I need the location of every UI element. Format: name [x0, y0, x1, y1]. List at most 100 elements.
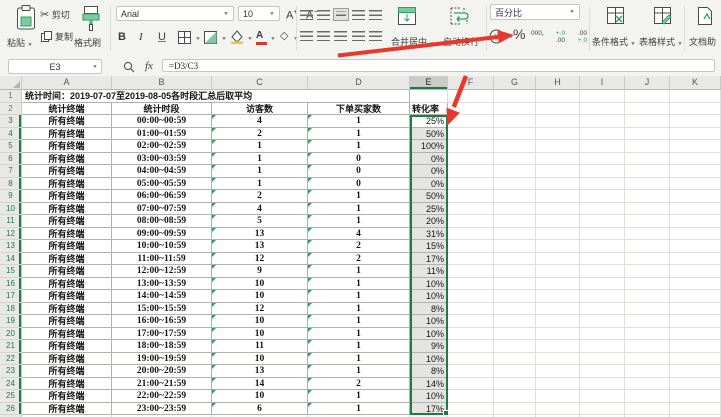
cell-K16[interactable] — [670, 278, 721, 291]
cell-I18[interactable] — [580, 303, 625, 316]
cell-A2[interactable]: 统计终端 — [22, 103, 112, 116]
row-header-13[interactable]: 13 — [0, 240, 22, 253]
cell-K23[interactable] — [670, 365, 721, 378]
cell-J10[interactable] — [625, 203, 670, 216]
cell-I4[interactable] — [580, 128, 625, 141]
cell-G16[interactable] — [494, 278, 536, 291]
cell-G9[interactable] — [494, 190, 536, 203]
cell-D6[interactable]: 0 — [308, 153, 410, 166]
cell-G8[interactable] — [494, 178, 536, 191]
cell-E13[interactable]: 15% — [410, 240, 448, 253]
cell-I8[interactable] — [580, 178, 625, 191]
cell-B17[interactable]: 14:00~14:59 — [112, 290, 212, 303]
cell-C4[interactable]: 2 — [212, 128, 308, 141]
cell-F18[interactable] — [448, 303, 494, 316]
shading-icon[interactable] — [204, 31, 217, 44]
cell-D21[interactable]: 1 — [308, 340, 410, 353]
cell-K12[interactable] — [670, 228, 721, 241]
cell-D8[interactable]: 0 — [308, 178, 410, 191]
cell-E24[interactable]: 14% — [410, 378, 448, 391]
cell-F1[interactable] — [448, 90, 494, 103]
row-header-10[interactable]: 10 — [0, 203, 22, 216]
cell-C18[interactable]: 12 — [212, 303, 308, 316]
cell-K14[interactable] — [670, 253, 721, 266]
cell-I22[interactable] — [580, 353, 625, 366]
cell-D12[interactable]: 4 — [308, 228, 410, 241]
column-header-B[interactable]: B — [112, 76, 212, 90]
column-header-D[interactable]: D — [308, 76, 410, 90]
column-header-F[interactable]: F — [448, 76, 494, 90]
cell-K1[interactable] — [670, 90, 721, 103]
cell-H7[interactable] — [536, 165, 580, 178]
cell-J24[interactable] — [625, 378, 670, 391]
paste-button[interactable]: 粘贴▼ — [7, 38, 33, 50]
cell-D3[interactable]: 1 — [308, 115, 410, 128]
cell-G18[interactable] — [494, 303, 536, 316]
font-color-button[interactable]: A — [256, 30, 267, 45]
cell-H26[interactable] — [536, 403, 580, 416]
format-painter-button[interactable]: 格式刷 — [74, 38, 101, 48]
cell-C10[interactable]: 4 — [212, 203, 308, 216]
cell-I7[interactable] — [580, 165, 625, 178]
cell-J22[interactable] — [625, 353, 670, 366]
cell-F20[interactable] — [448, 328, 494, 341]
cell-B9[interactable]: 06:00~06:59 — [112, 190, 212, 203]
cell-G11[interactable] — [494, 215, 536, 228]
cell-B16[interactable]: 13:00~13:59 — [112, 278, 212, 291]
cell-B22[interactable]: 19:00~19:59 — [112, 353, 212, 366]
cell-G13[interactable] — [494, 240, 536, 253]
cell-K11[interactable] — [670, 215, 721, 228]
cell-H6[interactable] — [536, 153, 580, 166]
cell-A10[interactable]: 所有终端 — [22, 203, 112, 216]
cell-B25[interactable]: 22:00~22:59 — [112, 390, 212, 403]
cell-C23[interactable]: 13 — [212, 365, 308, 378]
align-middle-button[interactable] — [317, 9, 331, 20]
name-box[interactable]: E3 ▼ — [8, 59, 102, 74]
cell-E9[interactable]: 50% — [410, 190, 448, 203]
fill-color-icon[interactable] — [230, 30, 244, 44]
cell-G3[interactable] — [494, 115, 536, 128]
cell-C11[interactable]: 5 — [212, 215, 308, 228]
cell-H3[interactable] — [536, 115, 580, 128]
cell-A15[interactable]: 所有终端 — [22, 265, 112, 278]
cell-C25[interactable]: 10 — [212, 390, 308, 403]
cell-K3[interactable] — [670, 115, 721, 128]
align-bottom-button[interactable] — [334, 9, 348, 20]
cell-E18[interactable]: 8% — [410, 303, 448, 316]
cell-G22[interactable] — [494, 353, 536, 366]
doc-assistant-icon[interactable] — [696, 6, 713, 26]
cell-J16[interactable] — [625, 278, 670, 291]
column-header-G[interactable]: G — [494, 76, 536, 90]
cell-K4[interactable] — [670, 128, 721, 141]
cell-A21[interactable]: 所有终端 — [22, 340, 112, 353]
cell-B23[interactable]: 20:00~20:59 — [112, 365, 212, 378]
table-style-icon[interactable] — [653, 6, 672, 25]
cell-I16[interactable] — [580, 278, 625, 291]
cell-G21[interactable] — [494, 340, 536, 353]
align-left-button[interactable] — [300, 30, 314, 41]
cell-E11[interactable]: 20% — [410, 215, 448, 228]
cell-H5[interactable] — [536, 140, 580, 153]
cell-I25[interactable] — [580, 390, 625, 403]
cell-F23[interactable] — [448, 365, 494, 378]
cell-K24[interactable] — [670, 378, 721, 391]
cell-I14[interactable] — [580, 253, 625, 266]
cell-H1[interactable] — [536, 90, 580, 103]
percent-style-button[interactable]: % — [513, 28, 525, 40]
cell-I1[interactable] — [580, 90, 625, 103]
cell-F2[interactable] — [448, 103, 494, 116]
cell-I19[interactable] — [580, 315, 625, 328]
cell-D13[interactable]: 2 — [308, 240, 410, 253]
cell-E26[interactable]: 17% — [410, 403, 448, 416]
cell-J15[interactable] — [625, 265, 670, 278]
cell-B8[interactable]: 05:00~05:59 — [112, 178, 212, 191]
cell-J11[interactable] — [625, 215, 670, 228]
cell-E20[interactable]: 10% — [410, 328, 448, 341]
font-size-select[interactable]: 10▼ — [238, 6, 280, 21]
cell-D9[interactable]: 1 — [308, 190, 410, 203]
cell-B13[interactable]: 10:00~10:59 — [112, 240, 212, 253]
cell-K7[interactable] — [670, 165, 721, 178]
cell-K8[interactable] — [670, 178, 721, 191]
copy-button[interactable]: 复制 — [55, 32, 73, 42]
italic-button[interactable]: I — [139, 31, 143, 43]
